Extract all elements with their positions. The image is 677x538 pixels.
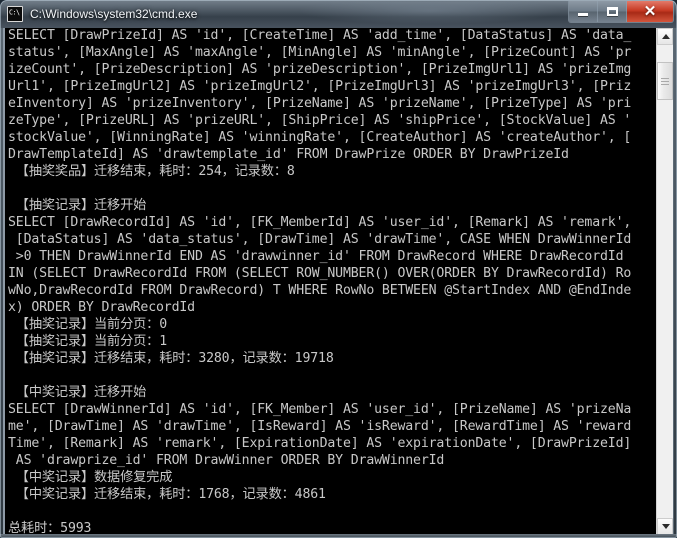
minimize-button[interactable] — [569, 1, 598, 22]
vertical-scrollbar[interactable] — [656, 28, 673, 535]
cmd-icon: C:\ — [7, 6, 23, 22]
window-bottom-edge — [0, 534, 677, 538]
scroll-down-button[interactable] — [657, 518, 673, 535]
scrollbar-grip-icon — [661, 78, 669, 85]
maximize-icon — [598, 1, 626, 22]
minimize-icon — [569, 1, 597, 22]
caption-buttons: ✕ — [568, 1, 674, 23]
console-output: SELECT [DrawPrizeId] AS 'id', [CreateTim… — [8, 28, 632, 535]
chevron-down-icon — [662, 524, 670, 529]
cmd-window: C:\ C:\Windows\system32\cmd.exe ✕ SELECT — [0, 0, 677, 538]
console-client-area[interactable]: SELECT [DrawPrizeId] AS 'id', [CreateTim… — [3, 28, 674, 535]
scrollbar-thumb[interactable] — [657, 62, 673, 100]
titlebar-glass-highlight — [300, 2, 560, 24]
close-button[interactable]: ✕ — [627, 1, 673, 22]
window-title: C:\Windows\system32\cmd.exe — [30, 7, 198, 21]
chevron-up-icon — [662, 34, 670, 39]
cmd-icon-label: C:\ — [9, 9, 20, 17]
title-bar[interactable]: C:\ C:\Windows\system32\cmd.exe ✕ — [0, 0, 677, 28]
scroll-up-button[interactable] — [657, 28, 673, 45]
close-icon: ✕ — [643, 3, 657, 20]
maximize-button[interactable] — [598, 1, 627, 22]
